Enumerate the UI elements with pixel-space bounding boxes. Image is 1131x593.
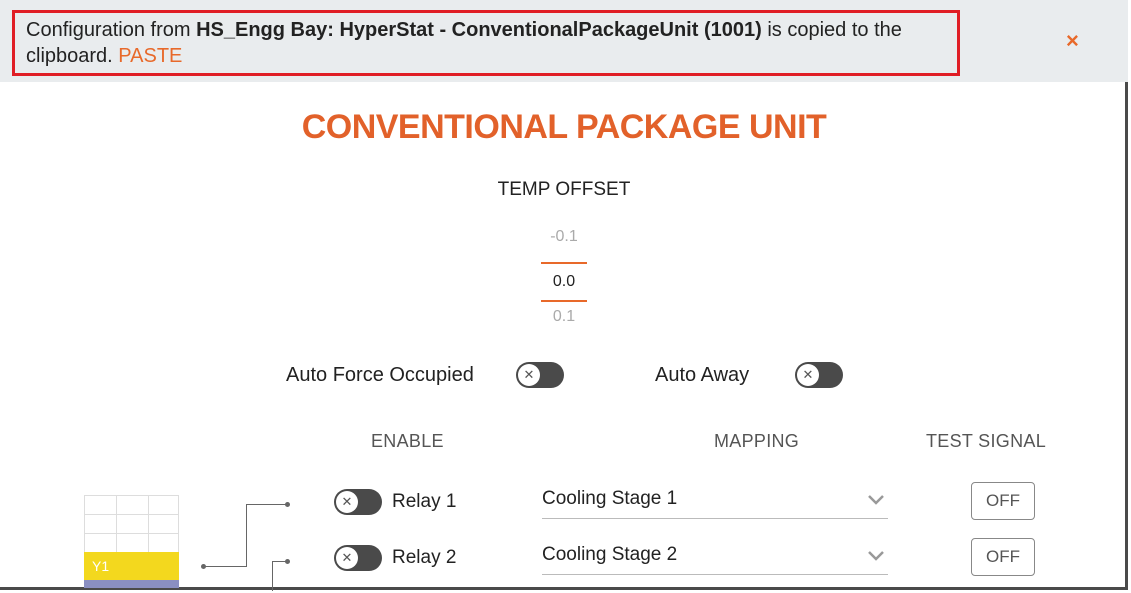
- temp-offset-label: TEMP OFFSET: [497, 179, 631, 200]
- column-header-test-signal: TEST SIGNAL: [926, 431, 1047, 451]
- auto-away-toggle[interactable]: ✕: [795, 362, 843, 388]
- terminal-y1: Y1: [84, 552, 179, 580]
- terminal-strip: [84, 580, 179, 588]
- diagram-gridline: [116, 495, 117, 552]
- auto-force-occupied-toggle[interactable]: ✕: [516, 362, 564, 388]
- close-icon[interactable]: ×: [1066, 30, 1079, 52]
- relay-1-mapping-value: Cooling Stage 1: [542, 488, 678, 509]
- paste-link[interactable]: PASTE: [118, 45, 182, 67]
- notification-source: HS_Engg Bay: HyperStat - ConventionalPac…: [196, 19, 762, 41]
- relay-1-mapping-select[interactable]: Cooling Stage 1: [542, 486, 888, 519]
- diagram-gridline: [148, 495, 149, 552]
- diagram-gridline: [84, 495, 179, 496]
- relay-1-label: Relay 1: [392, 491, 457, 512]
- chevron-down-icon: [868, 495, 884, 505]
- diagram-gridline: [84, 514, 179, 515]
- temp-offset-picker[interactable]: -0.1 0.0 0.1: [541, 222, 587, 342]
- clipboard-notification: Configuration from HS_Engg Bay: HyperSta…: [0, 0, 1128, 82]
- notification-prefix: Configuration from: [26, 19, 197, 41]
- close-icon: ✕: [797, 364, 819, 386]
- notification-message: Configuration from HS_Engg Bay: HyperSta…: [26, 17, 946, 69]
- temp-offset-current[interactable]: 0.0: [541, 262, 587, 302]
- relay-2-enable-toggle[interactable]: ✕: [334, 545, 382, 571]
- close-icon: ✕: [518, 364, 540, 386]
- chevron-down-icon: [868, 551, 884, 561]
- temp-offset-next[interactable]: 0.1: [541, 302, 587, 342]
- diagram-gridline: [84, 533, 179, 534]
- wire-line: [246, 504, 247, 567]
- auto-force-occupied-label: Auto Force Occupied: [286, 364, 474, 386]
- wire-line: [272, 561, 286, 562]
- wire-node: [285, 502, 290, 507]
- diagram-gridline: [84, 495, 85, 552]
- column-header-mapping: MAPPING: [714, 431, 800, 451]
- diagram-gridline: [178, 495, 179, 552]
- relay-1-test-signal-button[interactable]: OFF: [971, 482, 1035, 520]
- column-header-enable: ENABLE: [371, 431, 444, 451]
- temp-offset-prev[interactable]: -0.1: [541, 222, 587, 262]
- auto-away-label: Auto Away: [655, 364, 750, 386]
- page-title: CONVENTIONAL PACKAGE UNIT: [301, 108, 827, 146]
- wire-line: [204, 566, 246, 567]
- close-icon: ✕: [336, 491, 358, 513]
- wire-line: [246, 504, 286, 505]
- relay-2-label: Relay 2: [392, 547, 457, 568]
- close-icon: ✕: [336, 547, 358, 569]
- wire-node: [285, 559, 290, 564]
- relay-2-test-signal-button[interactable]: OFF: [971, 538, 1035, 576]
- relay-1-enable-toggle[interactable]: ✕: [334, 489, 382, 515]
- wire-line: [272, 561, 273, 591]
- relay-2-mapping-value: Cooling Stage 2: [542, 544, 678, 565]
- relay-2-mapping-select[interactable]: Cooling Stage 2: [542, 542, 888, 575]
